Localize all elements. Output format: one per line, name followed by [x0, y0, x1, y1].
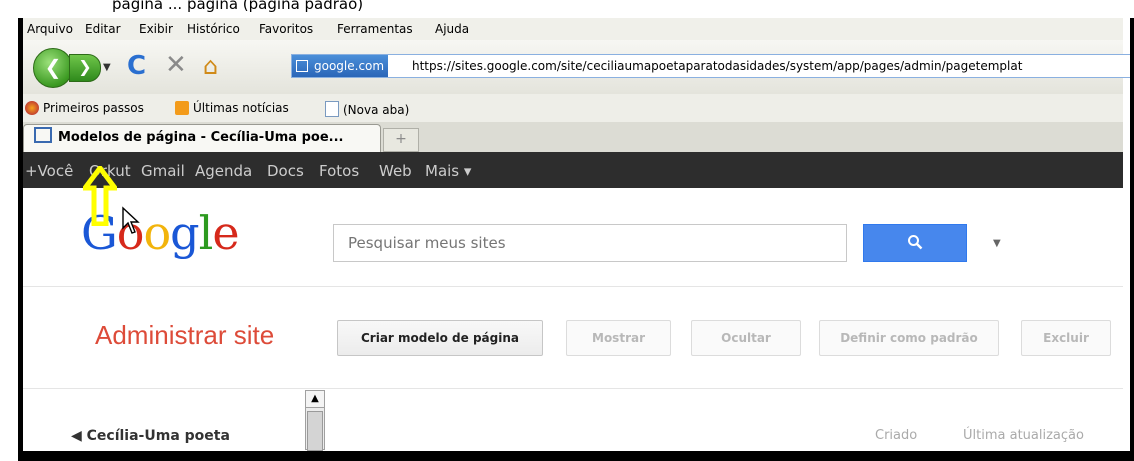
magnifier-icon — [908, 235, 923, 250]
navigation-toolbar: ❮ ❯ ▼ C ✕ ⌂ google.com https://sites.goo… — [23, 40, 1130, 94]
show-button[interactable]: Mostrar — [566, 320, 671, 356]
firefox-icon — [25, 101, 39, 115]
hide-button[interactable]: Ocultar — [691, 320, 801, 356]
gbar-agenda[interactable]: Agenda — [195, 162, 252, 180]
gbar-web[interactable]: Web — [379, 162, 412, 180]
logo-letter: e — [212, 206, 239, 260]
column-header-created[interactable]: Criado — [875, 428, 917, 443]
bookmark-label: (Nova aba) — [343, 103, 410, 117]
search-input[interactable] — [346, 225, 840, 261]
search-button[interactable] — [863, 224, 967, 262]
address-bar[interactable]: google.com https://sites.google.com/site… — [291, 54, 1130, 78]
search-box — [333, 224, 847, 262]
rss-feed-icon — [175, 101, 189, 115]
gbar-docs[interactable]: Docs — [267, 162, 304, 180]
stop-icon[interactable]: ✕ — [165, 50, 187, 80]
scrollbar[interactable]: ▲ — [305, 390, 325, 451]
bookmarks-bar: Primeiros passos Últimas notícias (Nova … — [23, 94, 1123, 122]
forward-arrow-icon: ❯ — [78, 57, 92, 76]
bookmark-ultimas-noticias[interactable]: Últimas notícias — [175, 101, 289, 115]
sites-favicon-icon — [34, 127, 52, 143]
search-options-dropdown-icon[interactable]: ▼ — [993, 238, 1001, 249]
delete-button[interactable]: Excluir — [1021, 320, 1111, 356]
page-icon — [325, 101, 339, 117]
tab-modelos-de-pagina[interactable]: Modelos de página - Cecília-Uma poe... — [23, 124, 381, 153]
tab-title: Modelos de página - Cecília-Uma poe... — [58, 130, 344, 145]
menu-ferramentas[interactable]: Ferramentas — [337, 22, 413, 36]
bookmark-label: Últimas notícias — [193, 101, 289, 115]
column-header-updated[interactable]: Última atualização — [963, 428, 1084, 443]
logo-letter: o — [143, 206, 171, 260]
forward-button[interactable]: ❯ — [69, 54, 101, 82]
reload-icon[interactable]: C — [127, 51, 146, 81]
logo-letter: g — [170, 206, 199, 260]
bookmark-primeiros-passos[interactable]: Primeiros passos — [25, 101, 144, 115]
site-link[interactable]: ◀ Cecília-Uma poeta — [71, 428, 230, 444]
gbar-fotos[interactable]: Fotos — [319, 162, 359, 180]
back-arrow-icon: ❮ — [44, 55, 62, 79]
back-button[interactable]: ❮ — [33, 48, 73, 88]
scroll-up-icon[interactable]: ▲ — [306, 391, 324, 408]
tab-strip: Modelos de página - Cecília-Uma poe... + — [23, 122, 1123, 153]
menu-editar[interactable]: Editar — [85, 22, 121, 36]
menu-arquivo[interactable]: Arquivo — [27, 22, 73, 36]
menu-ajuda[interactable]: Ajuda — [435, 22, 469, 36]
gbar-mais[interactable]: Mais ▾ — [425, 162, 471, 180]
menu-bar: Arquivo Editar Exibir Histórico Favorito… — [23, 18, 1123, 40]
gbar-gmail[interactable]: Gmail — [141, 162, 185, 180]
gbar-voce[interactable]: +Você — [25, 162, 73, 180]
page-title: Administrar site — [95, 320, 275, 350]
site-identity-badge[interactable]: google.com — [292, 55, 389, 77]
header-divider — [23, 286, 1123, 287]
site-domain-label: google.com — [314, 59, 385, 73]
google-bar: +Você Orkut Gmail Agenda Docs Fotos Web … — [23, 152, 1123, 188]
menu-exibir[interactable]: Exibir — [139, 22, 173, 36]
screenshot-frame: Arquivo Editar Exibir Histórico Favorito… — [18, 18, 1134, 461]
annotation-arrow-icon — [83, 166, 117, 226]
bookmark-nova-aba[interactable]: (Nova aba) — [325, 101, 409, 117]
caption-text: página ... página (página padrão) — [112, 0, 364, 13]
create-template-button[interactable]: Criar modelo de página — [337, 320, 543, 356]
mouse-cursor-icon — [122, 206, 140, 234]
url-text[interactable]: https://sites.google.com/site/ceciliauma… — [412, 55, 1022, 77]
content-divider — [23, 388, 1123, 389]
home-icon[interactable]: ⌂ — [203, 52, 218, 80]
menu-favoritos[interactable]: Favoritos — [259, 22, 313, 36]
menu-historico[interactable]: Histórico — [187, 22, 240, 36]
plus-icon: + — [395, 131, 407, 147]
logo-letter: l — [198, 206, 214, 260]
site-favicon-icon — [296, 60, 308, 72]
new-tab-button[interactable]: + — [383, 128, 419, 152]
history-dropdown-icon[interactable]: ▼ — [103, 62, 111, 73]
set-default-button[interactable]: Definir como padrão — [819, 320, 999, 356]
bookmark-label: Primeiros passos — [43, 101, 144, 115]
scroll-thumb[interactable] — [307, 411, 323, 451]
